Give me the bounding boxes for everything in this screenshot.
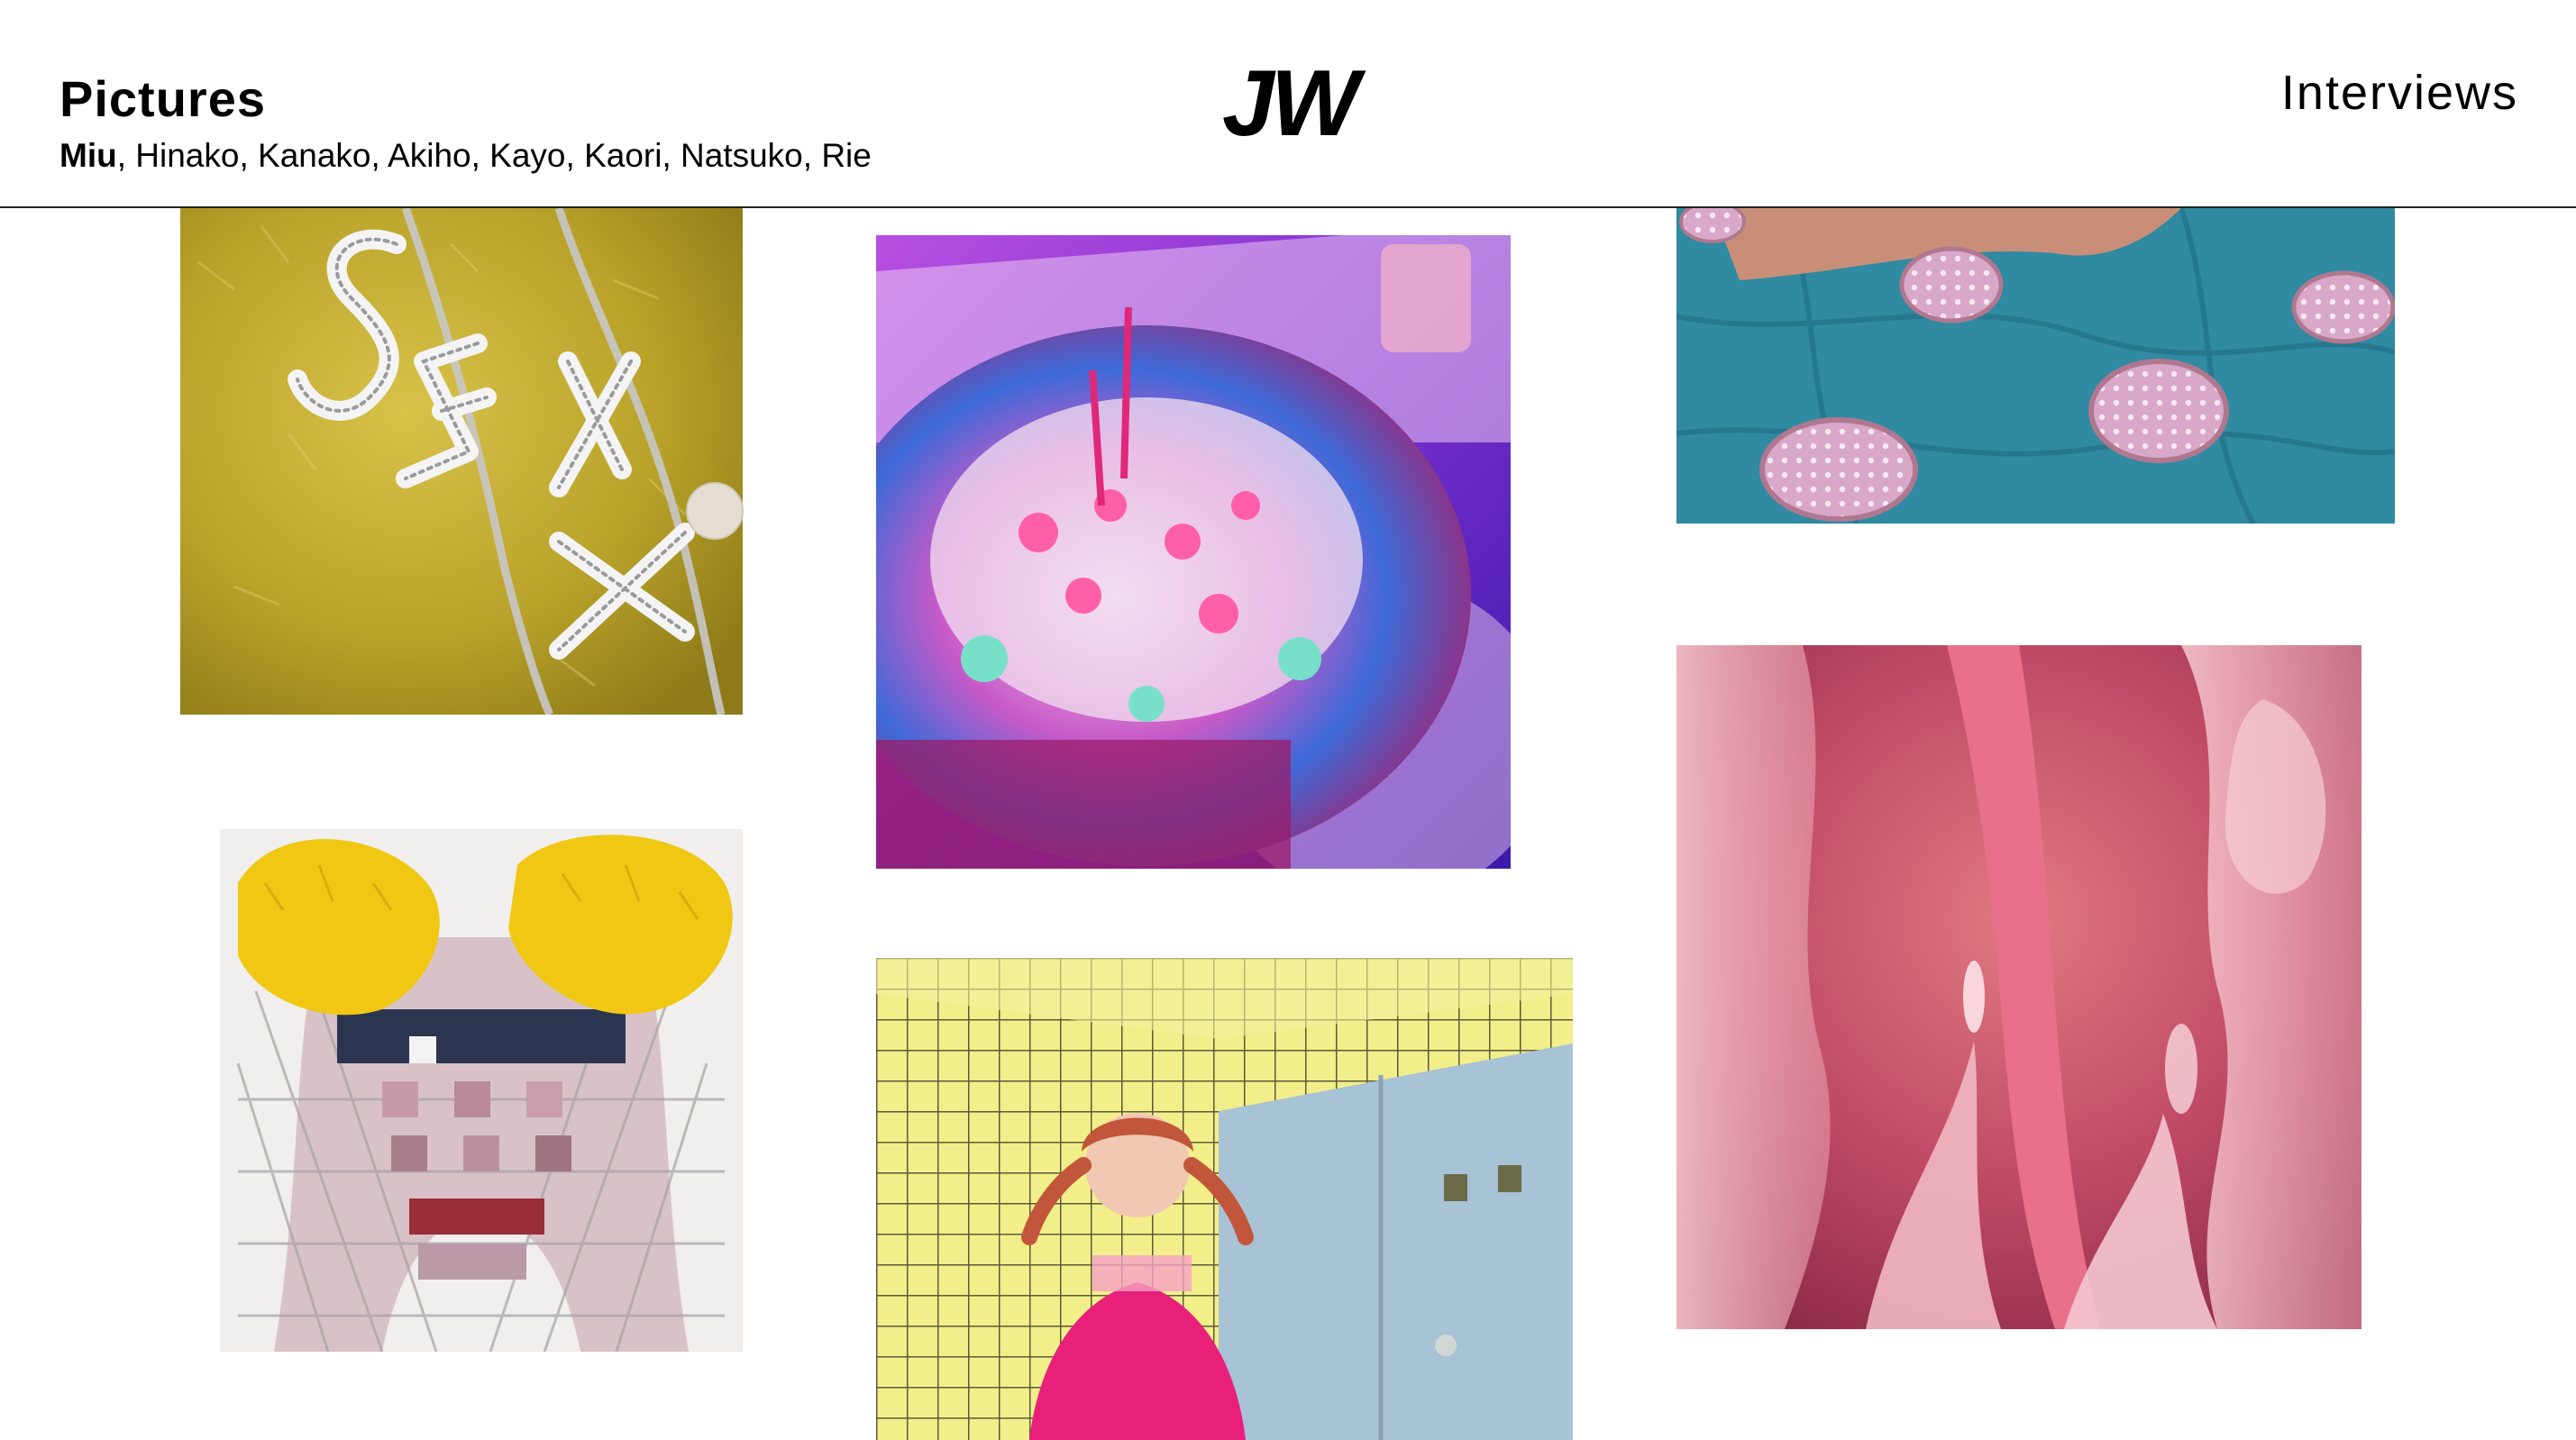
sculpture-image — [1676, 645, 2361, 1329]
model-name-list: Miu, Hinako, Kanako, Akiho, Kayo, Kaori,… — [59, 135, 872, 177]
photo-pink-sculpture[interactable] — [1676, 645, 2361, 1329]
interviews-link[interactable]: Interviews — [2281, 63, 2518, 123]
photo-girl-pigtails[interactable] — [876, 958, 1573, 1440]
name-link-kaori[interactable]: Kaori — [584, 137, 662, 174]
girl-image — [876, 958, 1573, 1440]
necklace-image — [180, 208, 743, 715]
site-logo[interactable]: JW — [1199, 54, 1379, 153]
cake-image — [876, 235, 1511, 869]
name-link-kanako[interactable]: Kanako — [258, 137, 371, 174]
name-separator: , — [565, 137, 585, 174]
photo-mosaic-bodysuit[interactable] — [220, 829, 743, 1352]
name-separator: , — [802, 137, 822, 174]
name-link-rie[interactable]: Rie — [821, 137, 872, 174]
photo-polka-plates[interactable] — [1676, 208, 2395, 524]
photo-sexy-necklace[interactable] — [180, 208, 743, 715]
section-title[interactable]: Pictures — [59, 70, 266, 128]
name-separator: , — [470, 137, 490, 174]
name-link-natsuko[interactable]: Natsuko — [681, 137, 803, 174]
name-separator: , — [116, 137, 136, 174]
name-link-miu[interactable]: Miu — [59, 137, 117, 174]
scroll-indicator-dot[interactable] — [686, 482, 744, 540]
name-separator: , — [370, 137, 388, 174]
name-link-akiho[interactable]: Akiho — [388, 137, 471, 174]
name-separator: , — [239, 137, 259, 174]
plates-image — [1676, 208, 2395, 524]
name-separator: , — [662, 137, 681, 174]
site-header: Pictures Miu, Hinako, Kanako, Akiho, Kay… — [0, 0, 2576, 208]
name-link-kayo[interactable]: Kayo — [489, 137, 565, 174]
photo-birthday-cake[interactable] — [876, 235, 1511, 869]
name-link-hinako[interactable]: Hinako — [135, 137, 239, 174]
bodysuit-image — [220, 829, 743, 1352]
